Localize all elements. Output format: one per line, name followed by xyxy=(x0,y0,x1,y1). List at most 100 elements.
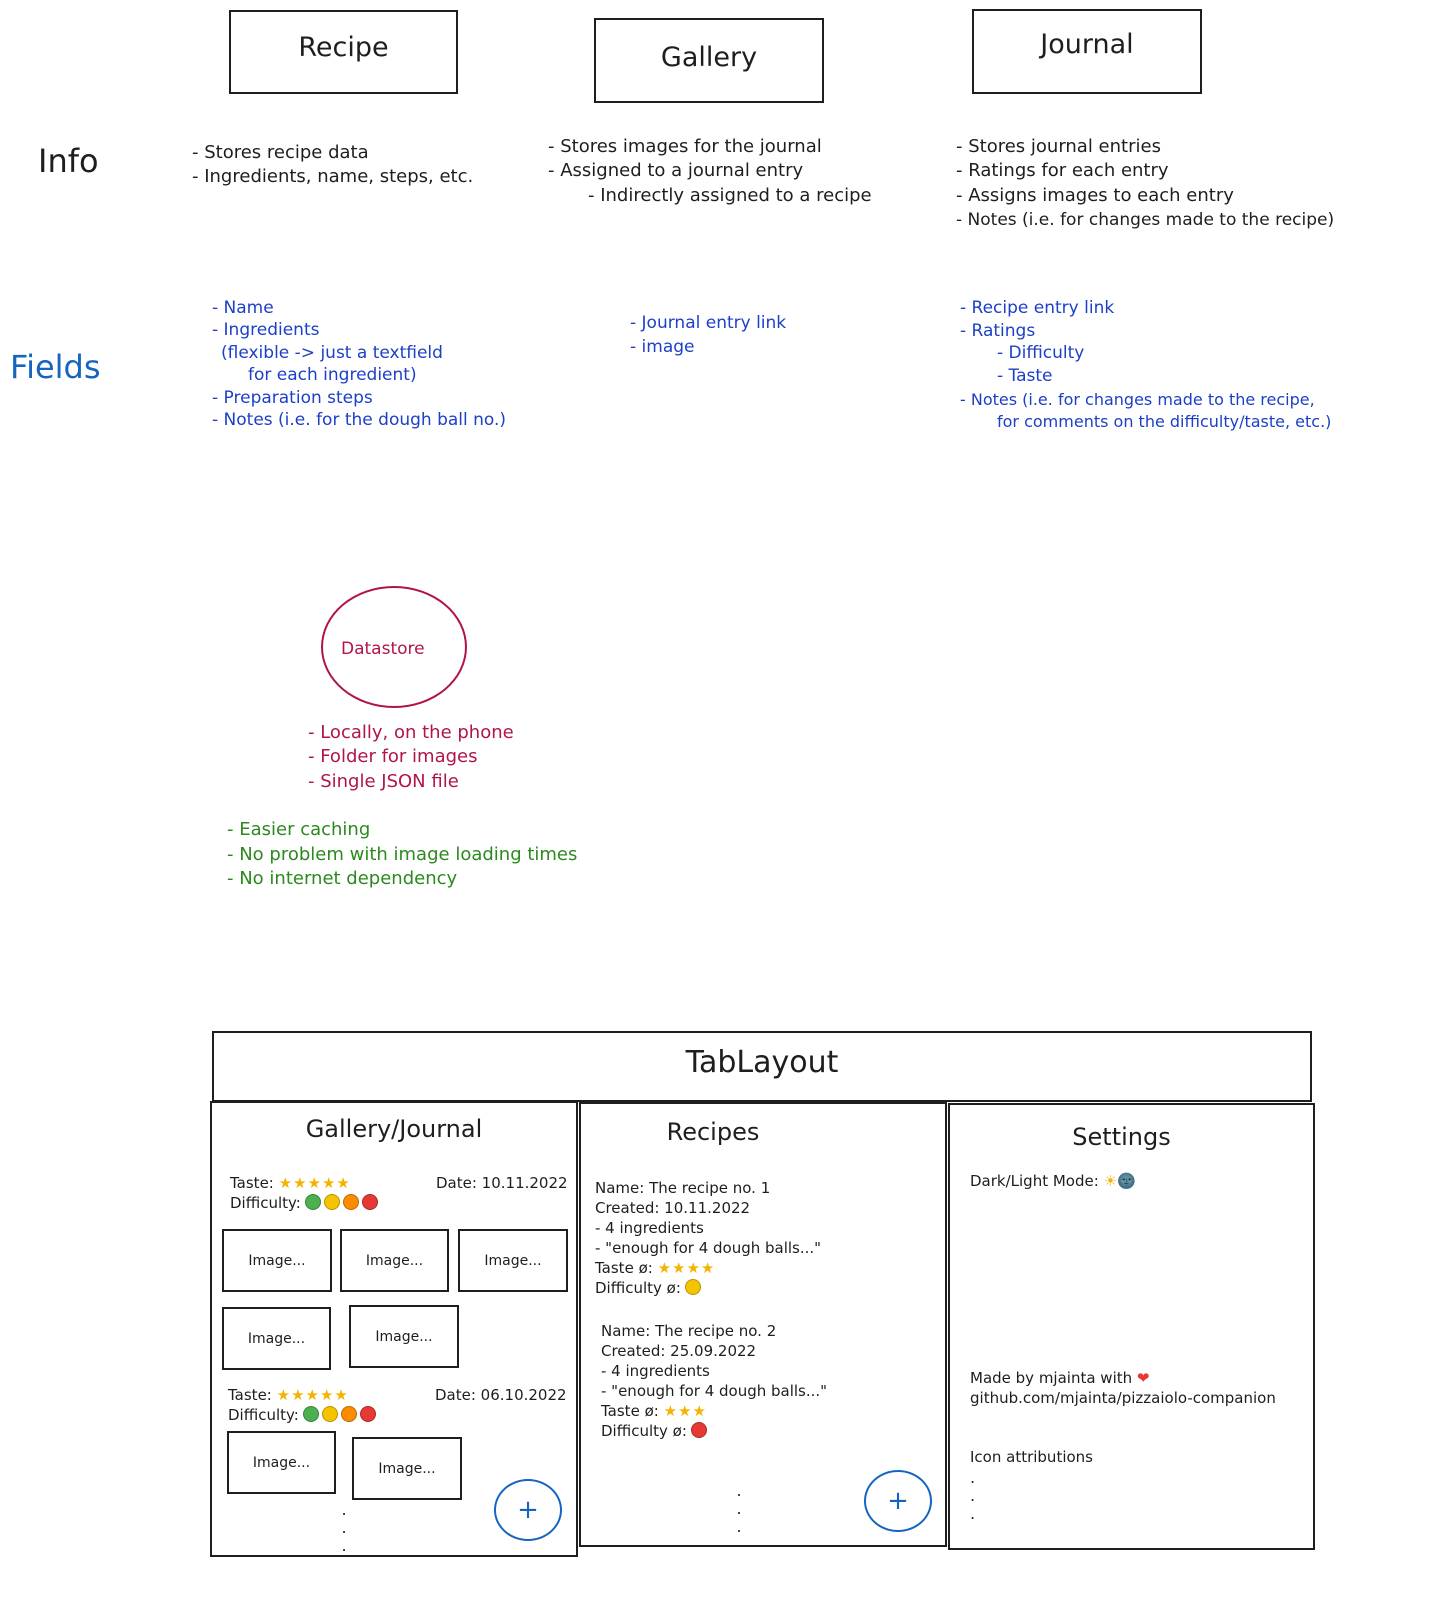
add-journal-entry-button[interactable]: + xyxy=(494,1479,562,1541)
gallery-box-title: Gallery xyxy=(660,42,758,73)
fields-recipe-line: - Preparation steps xyxy=(212,388,373,408)
fields-journal-line: - Recipe entry link xyxy=(960,298,1115,318)
difficulty-label: Difficulty: xyxy=(230,1194,301,1212)
info-gallery-line: - Assigned to a journal entry xyxy=(548,160,804,181)
datastore-item: - Single JSON file xyxy=(308,771,459,792)
journal-image[interactable]: Image... xyxy=(222,1307,331,1370)
datastore-benefit: - No internet dependency xyxy=(227,868,458,889)
gallery-journal-panel: Gallery/Journal Taste: ★★★★★ Date: 10.11… xyxy=(210,1101,578,1557)
taste-label: Taste: xyxy=(228,1386,272,1404)
difficulty-dot-yellow xyxy=(323,1194,340,1210)
journal-entry-taste: Taste: ★★★★★ xyxy=(230,1173,351,1193)
recipe-note: - "enough for 4 dough balls..." xyxy=(601,1382,828,1400)
fields-journal-line: - Notes (i.e. for changes made to the re… xyxy=(960,390,1315,409)
gallery-box: Gallery xyxy=(594,18,824,103)
tab-layout-header: TabLayout xyxy=(212,1031,1312,1102)
fields-gallery-line: - Journal entry link xyxy=(630,313,787,333)
repo-link[interactable]: github.com/mjainta/pizzaiolo-companion xyxy=(970,1388,1276,1408)
more-indicator: . . . xyxy=(970,1469,980,1523)
difficulty-dot-red xyxy=(359,1406,376,1422)
journal-entry-difficulty: Difficulty: xyxy=(230,1193,381,1213)
journal-image[interactable]: Image... xyxy=(222,1229,332,1292)
difficulty-dot-red xyxy=(361,1194,378,1210)
difficulty-label: Difficulty: xyxy=(228,1406,299,1424)
more-dot: . xyxy=(970,1486,976,1505)
sun-icon[interactable]: ☀ xyxy=(1104,1172,1117,1190)
recipe-ingredients: - 4 ingredients xyxy=(595,1219,704,1237)
info-label: Info xyxy=(38,142,99,180)
fields-journal-line: for comments on the difficulty/taste, et… xyxy=(997,412,1332,431)
more-dot: . xyxy=(736,1517,742,1536)
fields-recipe-line: - Name xyxy=(212,298,274,318)
recipe-box-title: Recipe xyxy=(298,32,389,63)
recipe-note: - "enough for 4 dough balls..." xyxy=(595,1239,822,1257)
fields-recipe-line: for each ingredient) xyxy=(248,365,417,385)
fields-journal-line: - Difficulty xyxy=(997,343,1085,363)
recipe-created: Created: 25.09.2022 xyxy=(601,1342,757,1360)
tab-layout-title: TabLayout xyxy=(685,1045,839,1080)
difficulty-label: Difficulty ø: xyxy=(595,1279,681,1297)
recipe-card[interactable]: Name: The recipe no. 1 Created: 10.11.20… xyxy=(595,1178,821,1298)
recipe-difficulty: Difficulty ø: xyxy=(601,1421,827,1441)
plus-icon: + xyxy=(887,1486,909,1516)
heart-icon: ❤ xyxy=(1136,1369,1150,1387)
add-recipe-button[interactable]: + xyxy=(864,1470,932,1532)
dark-light-mode-label: Dark/Light Mode: xyxy=(970,1172,1099,1190)
journal-image[interactable]: Image... xyxy=(349,1305,459,1368)
datastore-benefit: - No problem with image loading times xyxy=(227,844,578,865)
journal-image[interactable]: Image... xyxy=(340,1229,449,1292)
more-dot: . xyxy=(341,1536,347,1555)
recipe-taste: Taste ø: ★★★ xyxy=(601,1401,827,1421)
journal-entry-taste: Taste: ★★★★★ xyxy=(228,1385,349,1405)
more-dot: . xyxy=(341,1518,347,1537)
settings-panel: Settings Dark/Light Mode: ☀🌚 Made by mja… xyxy=(948,1103,1315,1550)
more-dot: . xyxy=(970,1504,976,1523)
fields-recipe-line: - Ingredients xyxy=(212,320,320,340)
more-dot: . xyxy=(970,1468,976,1487)
recipe-ingredients: - 4 ingredients xyxy=(601,1362,710,1380)
dark-light-mode-row[interactable]: Dark/Light Mode: ☀🌚 xyxy=(970,1171,1136,1191)
recipe-name: Name: The recipe no. 2 xyxy=(601,1322,777,1340)
datastore-benefit: - Easier caching xyxy=(227,819,371,840)
recipe-name: Name: The recipe no. 1 xyxy=(595,1179,771,1197)
info-recipe-line: - Ingredients, name, steps, etc. xyxy=(192,166,474,187)
recipe-box: Recipe xyxy=(229,10,458,94)
difficulty-label: Difficulty ø: xyxy=(601,1422,687,1440)
journal-image[interactable]: Image... xyxy=(227,1431,336,1494)
info-journal-line: - Assigns images to each entry xyxy=(956,185,1234,206)
plus-icon: + xyxy=(517,1495,539,1525)
fields-journal-line: - Ratings xyxy=(960,321,1036,341)
difficulty-dot-yellow xyxy=(321,1406,338,1422)
icon-attributions-link[interactable]: Icon attributions xyxy=(970,1447,1093,1467)
more-dot: . xyxy=(341,1500,347,1519)
journal-image[interactable]: Image... xyxy=(352,1437,462,1500)
fields-recipe-line: (flexible -> just a textfield xyxy=(221,343,443,363)
fields-gallery-line: - image xyxy=(630,337,695,357)
fields-journal-line: - Taste xyxy=(997,366,1053,386)
journal-entry-date: Date: 06.10.2022 xyxy=(435,1386,567,1404)
taste-stars: ★★★ xyxy=(663,1402,707,1420)
taste-stars: ★★★★★ xyxy=(276,1386,349,1404)
recipes-panel: Recipes Name: The recipe no. 1 Created: … xyxy=(579,1102,947,1547)
datastore-title: Datastore xyxy=(341,639,425,659)
moon-icon[interactable]: 🌚 xyxy=(1117,1172,1136,1190)
recipe-taste: Taste ø: ★★★★ xyxy=(595,1258,821,1278)
taste-label: Taste ø: xyxy=(601,1402,659,1420)
recipe-card[interactable]: Name: The recipe no. 2 Created: 25.09.20… xyxy=(601,1321,827,1441)
more-indicator: . . . xyxy=(338,1501,350,1555)
made-by-line: Made by mjainta with ❤ xyxy=(970,1368,1150,1388)
difficulty-dot xyxy=(684,1279,701,1295)
more-dot: . xyxy=(736,1499,742,1518)
info-gallery-line: - Indirectly assigned to a recipe xyxy=(588,185,872,206)
difficulty-dot-green xyxy=(304,1194,321,1210)
taste-label: Taste ø: xyxy=(595,1259,653,1277)
info-journal-line: - Stores journal entries xyxy=(956,136,1161,157)
more-dot: . xyxy=(736,1481,742,1500)
difficulty-dot xyxy=(690,1422,707,1438)
difficulty-dot-orange xyxy=(342,1194,359,1210)
info-gallery-line: - Stores images for the journal xyxy=(548,136,822,157)
info-journal-line: - Ratings for each entry xyxy=(956,160,1169,181)
journal-entry-date: Date: 10.11.2022 xyxy=(436,1174,568,1192)
datastore-item: - Folder for images xyxy=(308,746,478,767)
journal-image[interactable]: Image... xyxy=(458,1229,568,1292)
